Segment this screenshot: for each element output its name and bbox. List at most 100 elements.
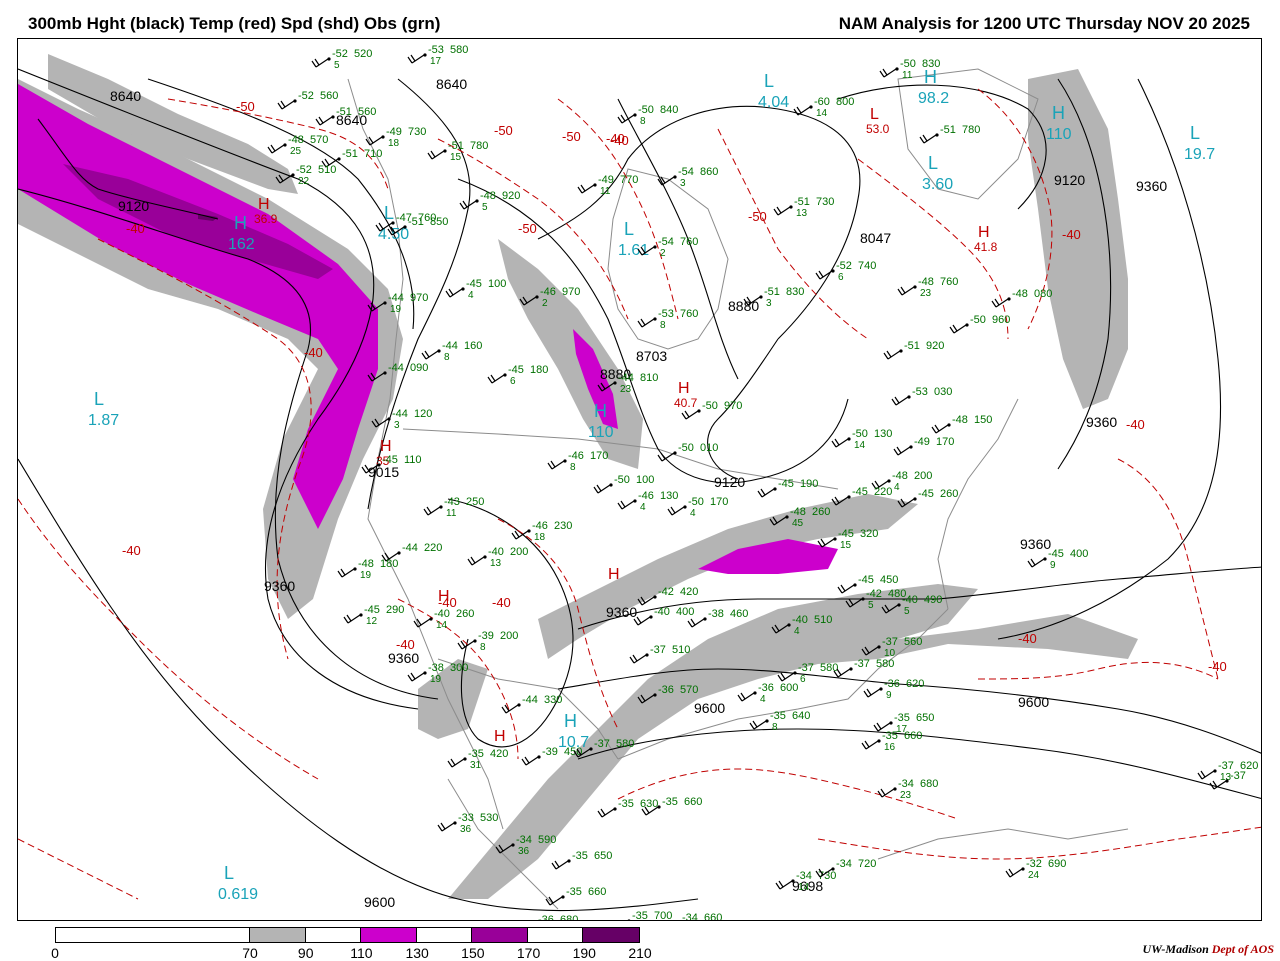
station-obs: -36 680 (538, 914, 578, 921)
station-height: 560 (320, 90, 338, 102)
station-height: 760 (680, 308, 698, 320)
station-height: 770 (620, 174, 638, 186)
temperature-label: -50 (494, 123, 513, 138)
station-temp: -51 (764, 286, 780, 298)
credit-dept: Dept of AOS (1211, 942, 1274, 956)
station-dot (1007, 297, 1011, 301)
caribbean-islands (877, 828, 1129, 860)
speed-extremum-marker: L (764, 71, 774, 91)
station-dot (753, 691, 757, 695)
station-height: 720 (858, 858, 876, 870)
wind-barb (437, 822, 455, 832)
station-temp: -48 (1012, 288, 1028, 300)
station-height: 640 (792, 710, 810, 722)
station-temp: -44 (388, 292, 404, 304)
height-label: 9600 (364, 894, 395, 910)
station-dot (403, 225, 407, 229)
station-height: 740 (858, 260, 876, 272)
station-dot (909, 445, 913, 449)
wind-barb (1005, 868, 1023, 878)
station-dot (1225, 779, 1229, 783)
colorbar-tick-label: 170 (516, 945, 541, 961)
station-obs: -45 260 (897, 488, 958, 508)
station-temp: -34 (796, 870, 812, 882)
station-height: 620 (906, 678, 924, 690)
station-temp: -44 (522, 694, 538, 706)
station-dewpoint-depression: 45 (792, 518, 804, 529)
station-temp: -36 (884, 678, 900, 690)
station-temp: -50 (702, 400, 718, 412)
wind-barb (991, 298, 1009, 308)
station-dot (849, 667, 853, 671)
height-label: 9120 (118, 198, 149, 214)
map-canvas: 8640864091208640912080478880870388809360… (18, 44, 1261, 921)
station-temp: -40 (654, 606, 670, 618)
station-temp: -48 (790, 506, 806, 518)
station-temp: -48 (952, 414, 968, 426)
wind-barb (315, 116, 333, 126)
station-temp: -40 (792, 614, 808, 626)
wind-barb (423, 506, 441, 516)
wind-barb (893, 446, 911, 456)
station-height: 830 (786, 286, 804, 298)
station-obs: -34 680 23 (877, 778, 938, 801)
speed-extremum-value: 1.87 (88, 412, 119, 429)
station-height: 450 (880, 574, 898, 586)
station-height: 730 (408, 126, 426, 138)
station-dewpoint-depression: 9 (1050, 560, 1056, 571)
station-dewpoint-depression: 15 (840, 540, 852, 551)
station-dot (503, 373, 507, 377)
weather-map: 8640 8640 9120 8640 9120 8047 8880 8703 8880 9360… (17, 38, 1262, 921)
station-height: 920 (502, 190, 520, 202)
station-obs: -48 180 19 (337, 558, 398, 581)
station-dewpoint-depression: 5 (868, 600, 874, 611)
speed-extremum-value: 3.60 (922, 176, 953, 193)
wind-barb (467, 556, 485, 566)
temp-extremum-value: 40.7 (674, 396, 698, 410)
station-temp: -51 (448, 140, 464, 152)
station-temp: -33 (458, 812, 474, 824)
colorbar-segment (527, 928, 584, 942)
station-temp: -54 (678, 166, 694, 178)
station-dewpoint-depression: 19 (390, 304, 402, 315)
station-obs: -48 760 23 (897, 276, 958, 299)
station-dot (353, 567, 357, 571)
station-dewpoint-depression: 16 (884, 742, 896, 753)
station-temp: -44 (442, 340, 458, 352)
height-label: 9120 (1054, 172, 1085, 188)
colorbar-tick-label: 90 (297, 945, 314, 961)
station-temp: -53 (912, 386, 928, 398)
speed-extremum-marker: L (224, 863, 234, 883)
wind-barb (407, 54, 425, 64)
wind-barb (311, 58, 329, 68)
station-dewpoint-depression: 4 (894, 482, 900, 493)
station-dewpoint-depression: 5 (482, 202, 488, 213)
station-obs: -52 740 6 (815, 260, 876, 283)
station-dewpoint-depression: 31 (470, 760, 482, 771)
station-height: 080 (1034, 288, 1052, 300)
station-dot (475, 199, 479, 203)
station-dot (453, 821, 457, 825)
station-height: 120 (414, 408, 432, 420)
station-temp: -36 (538, 914, 554, 921)
station-obs: -45 100 4 (445, 278, 506, 301)
station-height: 530 (480, 812, 498, 824)
station-dot (893, 787, 897, 791)
station-dot (537, 755, 541, 759)
station-obs: -35 630 (597, 798, 658, 818)
station-dot (789, 205, 793, 209)
station-height: 580 (820, 662, 838, 674)
station-height: 400 (676, 606, 694, 618)
wind-barb (551, 860, 569, 870)
station-temp: -37 (1230, 770, 1246, 782)
station-obs: -35 700 (627, 910, 672, 920)
station-dewpoint-depression: 14 (854, 440, 866, 451)
station-dot (291, 173, 295, 177)
station-height: 490 (924, 594, 942, 606)
station-temp: -35 (566, 886, 582, 898)
station-obs: -44 330 (501, 694, 562, 714)
temperature-label: -40 (1062, 227, 1081, 242)
station-height: 780 (962, 124, 980, 136)
station-dewpoint-depression: 12 (366, 616, 378, 627)
station-temp: -43 (444, 496, 460, 508)
